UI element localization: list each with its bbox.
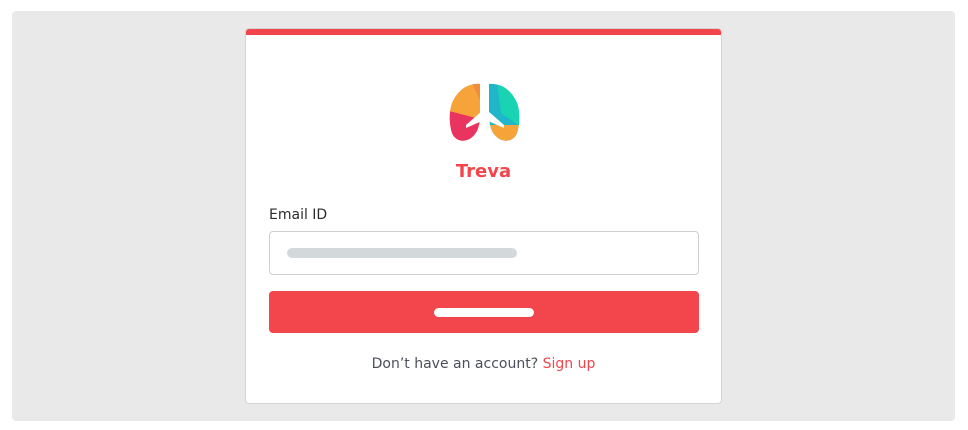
login-card: Treva Email ID Don’t have an account? Si… — [245, 28, 722, 404]
signup-link[interactable]: Sign up — [543, 356, 596, 372]
brand-name: Treva — [455, 161, 512, 182]
card-accent-bar — [246, 29, 721, 35]
submit-button[interactable] — [269, 291, 699, 333]
signup-prompt: Don’t have an account? Sign up — [246, 356, 721, 372]
lungs-airplane-logo-icon — [449, 83, 520, 141]
submit-label-skeleton — [434, 308, 534, 317]
email-input[interactable] — [269, 231, 699, 275]
email-placeholder-skeleton — [287, 248, 517, 258]
signup-prompt-text: Don’t have an account? — [371, 356, 539, 372]
email-label: Email ID — [269, 207, 328, 223]
